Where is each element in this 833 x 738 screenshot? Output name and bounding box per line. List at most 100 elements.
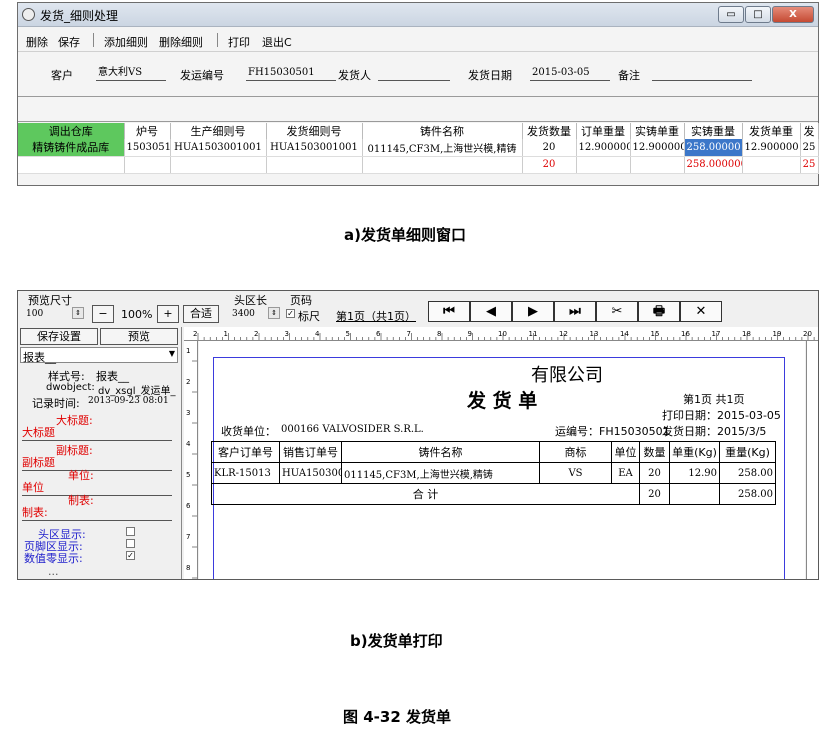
cell-ship-unit-weight[interactable]: 12.900000 [742,139,801,157]
menu-print[interactable]: 打印 [228,34,250,50]
zoom-spinner-icon[interactable]: ⇕ [72,307,84,319]
table-row: KLR-15013 HUA1503001 011145,CF3M,上海世兴模,精… [211,462,776,484]
col-order-weight[interactable]: 订单重量 [576,123,631,139]
ruler-number: 10 [498,330,507,338]
ruler-number: 1 [224,330,228,338]
rpt-col-weight: 重量(Kg) [719,441,776,463]
col-ship-unit-weight[interactable]: 发货单重 [742,123,801,139]
maker-field[interactable]: 制表: [22,504,172,521]
cell-truncated[interactable]: 25 [800,139,819,157]
menu-delete-detail[interactable]: 删除细则 [159,34,203,50]
sum-cell [170,156,267,174]
ruler-checkbox[interactable]: ✓ [286,309,295,318]
big-title-field[interactable]: 大标题 [22,424,172,441]
remark-field[interactable] [652,65,752,81]
ship-no-field[interactable]: FH15030501 [246,65,336,81]
ruler-number: 3 [285,330,289,338]
cell-production-detail[interactable]: HUA1503001001 [170,139,267,157]
ruler-number: 14 [620,330,629,338]
ruler-number: 4 [186,440,191,448]
col-actual-unit-weight[interactable]: 实铸单重 [630,123,685,139]
minimize-button[interactable]: ▭ [718,6,744,23]
cell-actual-unit-weight[interactable]: 12.900000 [630,139,685,157]
last-page-button[interactable]: ⏭ [554,301,596,322]
shipper-label: 发货人 [338,69,371,82]
col-warehouse[interactable]: 调出仓库 [18,123,125,139]
cell-order-weight[interactable]: 12.900000 [576,139,631,157]
ship-date-field[interactable]: 2015-03-05 [530,65,610,81]
sum-cell [18,156,125,174]
truncated-label: ... [48,565,59,578]
footer-show-checkbox[interactable] [126,539,135,548]
col-furnace-no[interactable]: 炉号 [124,123,171,139]
header-length-spinner-icon[interactable]: ⇕ [268,307,280,319]
horizontal-ruler: 2 1 2 3 4 5 6 7 8 9 10 11 12 13 14 15 16 17 18 19 20 [184,327,818,341]
sub-title-field[interactable]: 副标题 [22,454,172,471]
next-page-button[interactable]: ▶ [512,301,554,322]
rpt-cell: 258.00 [719,462,776,484]
save-settings-button[interactable]: 保存设置 [20,328,98,345]
rpt-col-casting-name: 铸件名称 [341,441,540,463]
cell-actual-weight[interactable]: 258.00000 [684,139,743,157]
shipper-field[interactable] [378,65,450,81]
ruler-number: 9 [468,330,472,338]
first-page-button[interactable]: ⏮ [428,301,470,322]
menu-delete[interactable]: 删除 [26,34,48,50]
record-time-value: 2013-09-23 08:01 [88,396,169,406]
col-casting-name[interactable]: 铸件名称 [362,123,523,139]
menu-exit[interactable]: 退出C [262,34,292,50]
fit-button[interactable]: 合适 [183,305,219,323]
cell-ship-qty[interactable]: 20 [522,139,577,157]
zoom-in-button[interactable]: + [157,305,179,323]
col-production-detail[interactable]: 生产细则号 [170,123,267,139]
cell-furnace-no[interactable]: 1503051 [124,139,171,157]
ruler-number: 6 [186,502,191,510]
zoom-out-button[interactable]: − [92,305,114,323]
receiver-value: 000166 VALVOSIDER S.R.L. [281,424,424,435]
report-select[interactable]: 报表__ ▼ [20,347,178,364]
close-button[interactable]: X [772,6,814,23]
prev-page-button[interactable]: ◀ [470,301,512,322]
zoom-input[interactable]: 100 [26,309,43,319]
cell-casting-name[interactable]: 011145,CF3M,上海世兴模,精铸 [362,139,523,157]
sum-qty: 20 [522,156,577,174]
close-preview-button[interactable]: ✕ [680,301,722,322]
ruler-number: 8 [437,330,441,338]
printer-icon[interactable]: 🖶 [638,301,680,322]
unit-field[interactable]: 单位 [22,479,172,496]
zero-show-label: 数值零显示: [24,552,83,565]
preview-button[interactable]: 预览 [100,328,178,345]
page-number: 第1页 共1页 [683,393,745,406]
rpt-cell: HUA1503001 [279,462,342,484]
tools-icon[interactable]: ✂ [596,301,638,322]
ruler-number: 7 [407,330,411,338]
col-ship-qty[interactable]: 发货数量 [522,123,577,139]
preview-size-label: 预览尺寸 [28,294,72,307]
zoom-percent: 100% [121,308,153,321]
toolbar-strip [18,96,818,122]
ruler-number: 11 [529,330,538,338]
header-length-input[interactable]: 3400 [232,309,255,319]
table-row[interactable]: 精铸铸件成品库 1503051 HUA1503001001 HUA1503001… [18,139,819,157]
header-show-checkbox[interactable] [126,527,135,536]
zero-show-checkbox[interactable]: ✓ [126,551,135,560]
col-actual-weight[interactable]: 实铸重量 [684,123,743,139]
cell-warehouse[interactable]: 精铸铸件成品库 [18,139,125,157]
grid-header-row: 调出仓库 炉号 生产细则号 发货细则号 铸件名称 发货数量 订单重量 实铸单重 … [18,123,819,139]
maximize-button[interactable]: □ [745,6,771,23]
ruler-number: 17 [712,330,721,338]
ruler-number: 2 [193,330,197,338]
menu-add-detail[interactable]: 添加细则 [104,34,148,50]
menu-save[interactable]: 保存 [58,34,80,50]
ruler-number: 20 [803,330,812,338]
rpt-cell: VS [539,462,612,484]
cell-shipping-detail[interactable]: HUA1503001001 [266,139,363,157]
title-bar: 发货_细则处理 ▭ □ X [18,3,818,27]
customer-field[interactable]: 意大利VS [96,65,166,81]
rpt-cell: KLR-15013 [211,462,280,484]
ruler-number: 5 [186,471,190,479]
ship-no: 运编号：FH15030501 [555,425,670,438]
col-shipping-detail[interactable]: 发货细则号 [266,123,363,139]
vertical-ruler: 1 2 3 4 5 6 7 8 [184,341,198,579]
col-truncated[interactable]: 发 [800,123,819,139]
